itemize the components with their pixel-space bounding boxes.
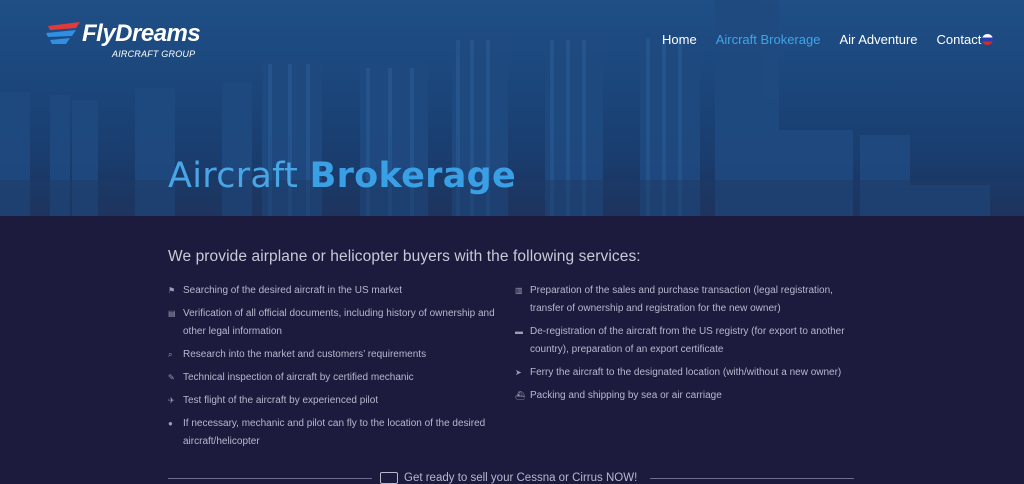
service-item: ● If necessary, mechanic and pilot can fl… <box>168 415 498 451</box>
service-item: ⚑ Searching of the desired aircraft in th… <box>168 282 498 300</box>
service-item-text: Test flight of the aircraft by experienc… <box>183 395 379 406</box>
service-item-text: Technical inspection of aircraft by cert… <box>183 372 414 383</box>
service-item: ▬ De-registration of the aircraft from th… <box>515 323 845 359</box>
cta-divider-right <box>650 478 854 479</box>
service-item-text: Verification of all official documents, … <box>183 308 495 337</box>
service-item: ⌕ Research into the market and customers’… <box>168 346 498 364</box>
folder-icon: ▬ <box>515 327 523 336</box>
service-item: ⛴ Packing and shipping by sea or air carr… <box>515 387 845 405</box>
services-intro: We provide airplane or helicopter buyers… <box>168 248 641 265</box>
document-icon: ▤ <box>168 309 176 318</box>
cta-text: Get ready to sell your Cessna or Cirrus … <box>404 472 638 484</box>
ship-icon: ⛴ <box>515 391 526 400</box>
service-item-text: Packing and shipping by sea or air carri… <box>530 390 722 401</box>
service-item: ▤ Verification of all official documents,… <box>168 305 498 341</box>
copy-document-icon: ▥ <box>515 286 523 295</box>
main-navigation: Home Aircraft Brokerage Air Adventure Co… <box>662 33 1000 47</box>
service-item: ➤ Ferry the aircraft to the designated lo… <box>515 364 845 382</box>
page-title-part2: Brokerage <box>309 156 517 196</box>
location-arrow-icon: ➤ <box>515 368 522 377</box>
logo-brand-name: FlyDreams <box>82 20 201 47</box>
service-item-text: If necessary, mechanic and pilot can fly… <box>183 418 486 447</box>
hero-banner: FlyDreams AIRCRAFT GROUP Home Aircraft B… <box>0 0 1024 216</box>
nav-aircraft-brokerage[interactable]: Aircraft Brokerage <box>716 33 821 47</box>
nav-home[interactable]: Home <box>662 33 697 47</box>
plane-icon: ✈ <box>168 396 175 405</box>
page-title-part1: Aircraft <box>168 156 310 196</box>
map-marker-icon: ● <box>168 419 173 428</box>
service-item: ▥ Preparation of the sales and purchase t… <box>515 282 845 318</box>
logo-tagline: AIRCRAFT GROUP <box>112 49 196 59</box>
page-title: Aircraft Brokerage <box>168 156 516 196</box>
services-list-left: ⚑ Searching of the desired aircraft in th… <box>168 282 498 456</box>
nav-contact[interactable]: Contact <box>937 33 982 47</box>
search-icon: ⌕ <box>168 350 173 359</box>
service-item: ✈ Test flight of the aircraft by experien… <box>168 392 498 410</box>
service-item-text: Preparation of the sales and purchase tr… <box>530 285 833 314</box>
wrench-icon: ✎ <box>168 373 175 382</box>
service-item: ✎ Technical inspection of aircraft by cer… <box>168 369 498 387</box>
services-list-right: ▥ Preparation of the sales and purchase t… <box>515 282 845 410</box>
flydreams-logo[interactable]: FlyDreams AIRCRAFT GROUP <box>46 16 206 62</box>
flag-icon: ⚑ <box>168 286 176 295</box>
logo-wing-icon <box>46 22 80 44</box>
service-item-text: Research into the market and customers’ … <box>183 349 427 360</box>
sell-aircraft-cta[interactable]: Get ready to sell your Cessna or Cirrus … <box>380 472 637 484</box>
nav-air-adventure[interactable]: Air Adventure <box>839 33 917 47</box>
service-item-text: De-registration of the aircraft from the… <box>530 326 845 355</box>
handshake-icon <box>380 472 398 484</box>
cta-divider-left <box>168 478 372 479</box>
russia-flag-icon[interactable] <box>982 34 993 45</box>
service-item-text: Ferry the aircraft to the designated loc… <box>530 367 842 378</box>
service-item-text: Searching of the desired aircraft in the… <box>183 285 402 296</box>
